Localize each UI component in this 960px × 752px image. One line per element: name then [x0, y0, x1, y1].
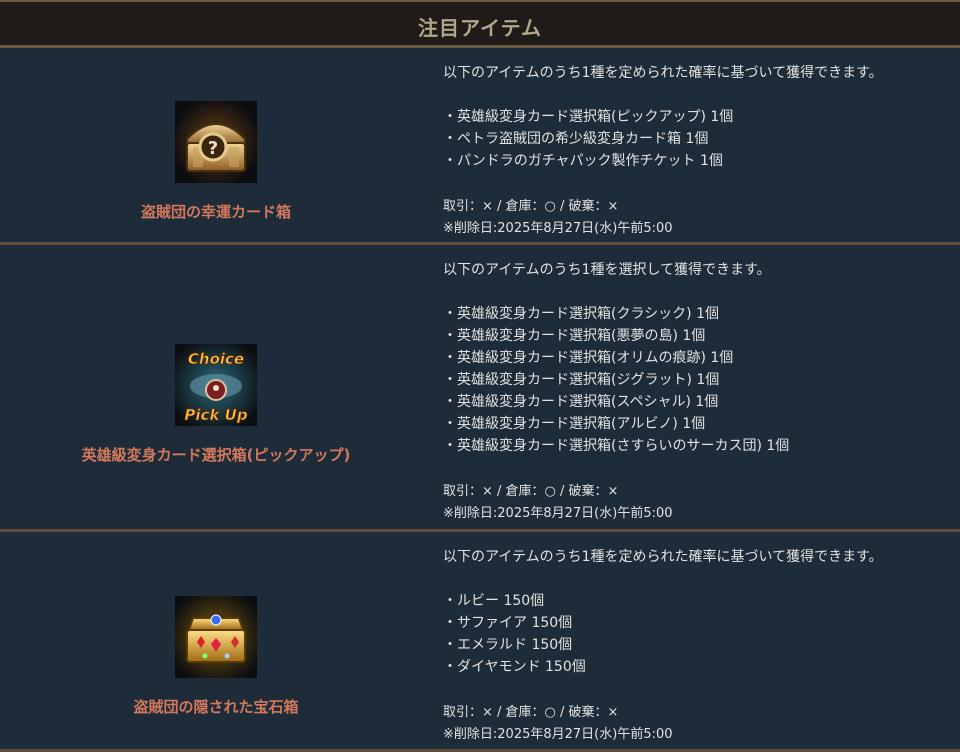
jewel-chest-icon	[175, 596, 257, 678]
list-item: ・英雄級変身カード選択箱(アルビノ) 1個	[443, 416, 706, 432]
item-intro: 以下のアイテムのうち1種を選択して獲得できます。	[443, 262, 771, 278]
trade-info: 取引：× / 倉庫：○ / 破棄：×	[443, 484, 619, 499]
treasure-chest-question-icon: ?	[175, 101, 257, 183]
delete-date: ※削除日:2025年8月27日(水)午前5:00	[443, 221, 673, 236]
trade-info: 取引：× / 倉庫：○ / 破棄：×	[443, 705, 619, 720]
list-item: ・パンドラのガチャパック製作チケット 1個	[443, 153, 723, 169]
list-item: ・英雄級変身カード選択箱(ピックアップ) 1個	[443, 109, 734, 125]
item-description: 以下のアイテムのうち1種を定められた確率に基づいて獲得できます。 ・ルビー 15…	[443, 532, 950, 746]
list-item: ・エメラルド 150個	[443, 637, 573, 653]
delete-date: ※削除日:2025年8月27日(水)午前5:00	[443, 727, 673, 742]
list-item: ・英雄級変身カード選択箱(クラシック) 1個	[443, 306, 720, 322]
item-name: 英雄級変身カード選択箱(ピックアップ)	[81, 446, 351, 464]
item-row: ? 盗賊団の幸運カード箱 以下のアイテムのうち1種を定められた確率に基づいて獲得…	[0, 48, 960, 245]
delete-date: ※削除日:2025年8月27日(水)午前5:00	[443, 506, 673, 521]
item-intro: 以下のアイテムのうち1種を定められた確率に基づいて獲得できます。	[443, 65, 883, 81]
item-info: 盗賊団の隠された宝石箱	[0, 532, 432, 749]
list-item: ・ダイヤモンド 150個	[443, 659, 586, 675]
item-description: 以下のアイテムのうち1種を定められた確率に基づいて獲得できます。 ・英雄級変身カ…	[443, 48, 950, 240]
list-item: ・サファイア 150個	[443, 615, 573, 631]
list-item: ・英雄級変身カード選択箱(オリムの痕跡) 1個	[443, 350, 734, 366]
list-item: ・ルビー 150個	[443, 593, 545, 609]
item-row: 盗賊団の隠された宝石箱 以下のアイテムのうち1種を定められた確率に基づいて獲得で…	[0, 532, 960, 752]
trade-info: 取引：× / 倉庫：○ / 破棄：×	[443, 199, 619, 214]
icon-text-bottom: Pick Up	[184, 406, 247, 424]
list-item: ・英雄級変身カード選択箱(悪夢の島) 1個	[443, 328, 706, 344]
list-item: ・ペトラ盗賊団の希少級変身カード箱 1個	[443, 131, 709, 147]
item-name: 盗賊団の幸運カード箱	[140, 203, 291, 221]
item-description: 以下のアイテムのうち1種を選択して獲得できます。 ・英雄級変身カード選択箱(クラ…	[443, 245, 950, 525]
section-header: 注目アイテム	[0, 0, 960, 48]
choice-pickup-box-icon: Choice Pick Up	[175, 344, 257, 426]
section-title: 注目アイテム	[418, 16, 542, 40]
icon-text-top: Choice	[188, 350, 244, 368]
svg-text:?: ?	[208, 138, 218, 159]
item-name: 盗賊団の隠された宝石箱	[133, 698, 299, 716]
item-intro: 以下のアイテムのうち1種を定められた確率に基づいて獲得できます。	[443, 549, 883, 565]
list-item: ・英雄級変身カード選択箱(ジグラット) 1個	[443, 372, 720, 388]
item-info: Choice Pick Up 英雄級変身カード選択箱(ピックアップ)	[0, 245, 432, 529]
list-item: ・英雄級変身カード選択箱(さすらいのサーカス団) 1個	[443, 438, 790, 454]
list-item: ・英雄級変身カード選択箱(スペシャル) 1個	[443, 394, 719, 410]
featured-items-panel: 注目アイテム ? 盗賊団の幸運カード箱 以下のアイテムのうち1種を定められた確率…	[0, 0, 960, 752]
item-row: Choice Pick Up 英雄級変身カード選択箱(ピックアップ) 以下のアイ…	[0, 245, 960, 532]
item-info: ? 盗賊団の幸運カード箱	[0, 48, 432, 242]
